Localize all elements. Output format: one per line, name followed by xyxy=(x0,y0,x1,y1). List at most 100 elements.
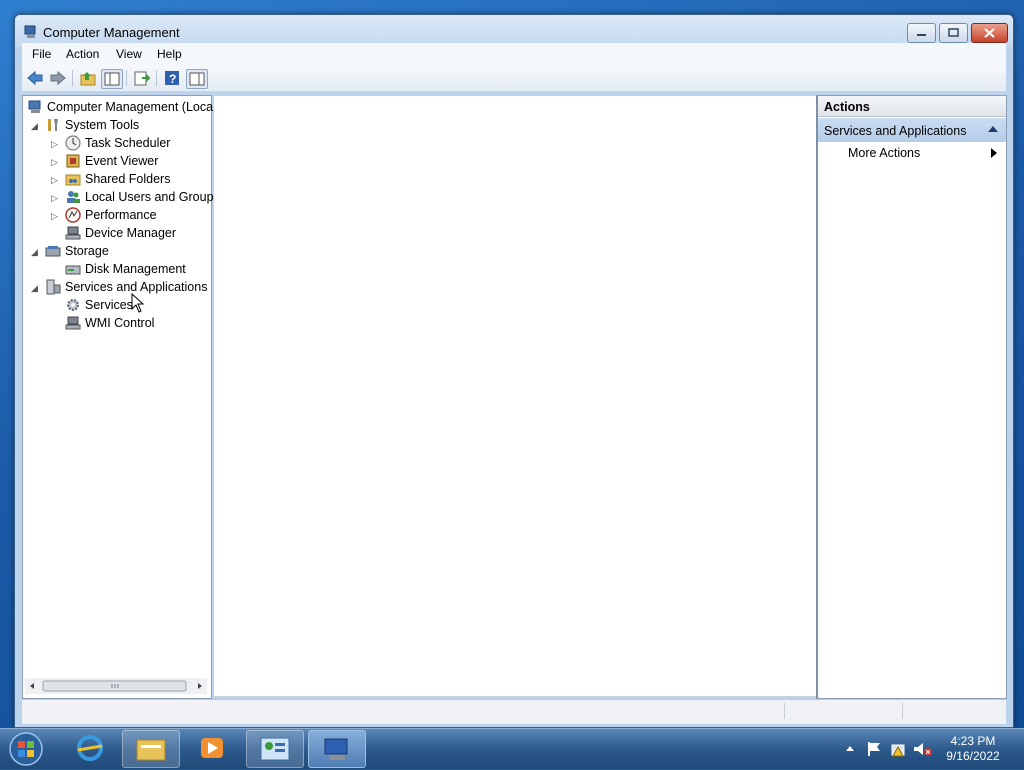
menu-action[interactable]: Action xyxy=(66,47,99,61)
computer-management-icon xyxy=(28,100,41,113)
tree-item-services-and-applications[interactable]: ◢ Services and Applications xyxy=(31,278,211,296)
volume-muted-icon[interactable] xyxy=(914,743,932,756)
internet-explorer-icon xyxy=(77,735,103,761)
computer-management-icon xyxy=(324,738,348,760)
tree-item-device-manager[interactable]: Device Manager xyxy=(51,224,211,242)
wmi-control-icon xyxy=(65,316,81,330)
show-hide-tree-icon xyxy=(104,72,120,86)
actions-group-services-and-applications[interactable]: Services and Applications xyxy=(818,118,1006,142)
taskbar-media-player[interactable] xyxy=(184,730,240,766)
tree-label: Services xyxy=(85,298,133,312)
minimize-icon xyxy=(917,34,926,36)
tree-label: WMI Control xyxy=(85,316,155,330)
toolbar: ? xyxy=(22,65,1006,92)
device-manager-icon xyxy=(65,226,81,240)
computer-management-window: Computer Management File Action View Hel… xyxy=(14,14,1014,728)
event-viewer-icon xyxy=(66,154,80,168)
media-player-icon xyxy=(201,738,223,758)
expand-triangle-icon[interactable]: ▷ xyxy=(51,139,58,150)
control-panel-icon xyxy=(260,737,290,761)
start-button[interactable] xyxy=(6,731,46,767)
system-tools-icon xyxy=(48,119,58,131)
taskbar-control-panel[interactable] xyxy=(246,730,304,768)
tree-item-wmi-control[interactable]: WMI Control xyxy=(51,314,211,332)
back-arrow-icon[interactable] xyxy=(25,69,45,87)
tree-label: Event Viewer xyxy=(85,154,159,168)
show-hide-tree-button[interactable] xyxy=(101,69,123,89)
collapse-triangle-icon[interactable]: ◢ xyxy=(31,247,38,258)
close-button[interactable] xyxy=(971,23,1008,43)
expand-triangle-icon[interactable]: ▷ xyxy=(51,211,58,222)
mouse-cursor-icon xyxy=(131,293,145,313)
maximize-button[interactable] xyxy=(939,23,968,43)
show-hide-action-pane-icon xyxy=(189,72,205,86)
window-title: Computer Management xyxy=(43,25,180,40)
collapse-triangle-icon[interactable]: ◢ xyxy=(31,121,38,132)
horizontal-scrollbar[interactable] xyxy=(25,678,207,694)
tree-item-performance[interactable]: ▷ Performance xyxy=(51,206,211,224)
menu-help[interactable]: Help xyxy=(157,47,182,61)
menu-view[interactable]: View xyxy=(116,47,142,61)
shared-folder-icon xyxy=(65,174,81,186)
expand-triangle-icon[interactable]: ▷ xyxy=(51,175,58,186)
console-tree[interactable]: Computer Management (Local ◢ System Tool… xyxy=(22,95,220,699)
status-divider xyxy=(902,703,903,719)
expand-triangle-icon[interactable]: ▷ xyxy=(51,157,58,168)
status-divider xyxy=(784,703,785,719)
collapse-up-icon[interactable] xyxy=(988,125,998,133)
network-warning-icon[interactable] xyxy=(891,744,905,757)
tree-item-local-users[interactable]: ▷ Local Users and Groups xyxy=(51,188,220,206)
clock-time: 4:23 PM xyxy=(950,734,996,748)
restore-icon xyxy=(948,28,959,37)
up-folder-icon[interactable] xyxy=(78,69,98,87)
status-bar xyxy=(22,699,1006,724)
tree-label: Storage xyxy=(65,244,109,258)
computer-management-icon xyxy=(24,25,36,38)
folder-icon xyxy=(136,739,166,761)
action-center-flag-icon[interactable] xyxy=(868,742,880,756)
close-icon xyxy=(984,28,995,38)
actions-group-label: Services and Applications xyxy=(824,124,967,138)
tree-item-root[interactable]: Computer Management (Local xyxy=(27,98,216,116)
menu-bar: File Action View Help xyxy=(22,43,1006,65)
taskbar-computer-management[interactable] xyxy=(308,730,366,768)
gear-icon xyxy=(67,299,79,311)
collapse-triangle-icon[interactable]: ◢ xyxy=(31,283,38,294)
clock-date: 9/16/2022 xyxy=(946,749,1000,763)
menu-file[interactable]: File xyxy=(32,47,51,61)
submenu-arrow-icon xyxy=(991,148,997,158)
tree-item-shared-folders[interactable]: ▷ Shared Folders xyxy=(51,170,211,188)
taskbar: 4:23 PM 9/16/2022 xyxy=(0,728,1024,769)
details-pane[interactable] xyxy=(213,95,817,697)
tree-label: System Tools xyxy=(65,118,140,132)
show-hidden-icons-icon[interactable] xyxy=(846,746,854,751)
taskbar-windows-explorer[interactable] xyxy=(122,730,180,768)
tree-item-system-tools[interactable]: ◢ System Tools xyxy=(31,116,201,134)
services-applications-icon xyxy=(46,279,61,295)
tree-item-storage[interactable]: ◢ Storage xyxy=(31,242,201,260)
export-list-icon[interactable] xyxy=(132,69,152,87)
tree-label: Disk Management xyxy=(85,262,186,276)
taskbar-internet-explorer[interactable] xyxy=(62,730,118,766)
actions-pane: Actions Services and Applications More A… xyxy=(816,95,1007,699)
minimize-button[interactable] xyxy=(907,23,936,43)
tree-label: Shared Folders xyxy=(85,172,171,186)
disk-management-icon xyxy=(65,265,81,275)
svg-text:?: ? xyxy=(169,72,176,86)
tree-item-event-viewer[interactable]: ▷ Event Viewer xyxy=(51,152,211,170)
system-tray xyxy=(840,737,936,761)
storage-icon xyxy=(45,246,61,257)
tree-label: Local Users and Groups xyxy=(85,190,220,204)
show-hide-action-pane-button[interactable] xyxy=(186,69,208,89)
clock[interactable]: 4:23 PM 9/16/2022 xyxy=(938,734,1008,764)
expand-triangle-icon[interactable]: ▷ xyxy=(51,193,58,204)
more-actions-link[interactable]: More Actions xyxy=(848,146,920,160)
actions-header: Actions xyxy=(818,96,1006,117)
tree-item-task-scheduler[interactable]: ▷ Task Scheduler xyxy=(51,134,211,152)
clock-icon xyxy=(65,135,81,151)
tree-item-disk-management[interactable]: Disk Management xyxy=(51,260,211,278)
tree-label: Services and Applications xyxy=(65,280,208,294)
help-icon[interactable]: ? xyxy=(162,69,182,87)
forward-arrow-icon[interactable] xyxy=(48,69,68,87)
tree-label: Task Scheduler xyxy=(85,136,171,150)
